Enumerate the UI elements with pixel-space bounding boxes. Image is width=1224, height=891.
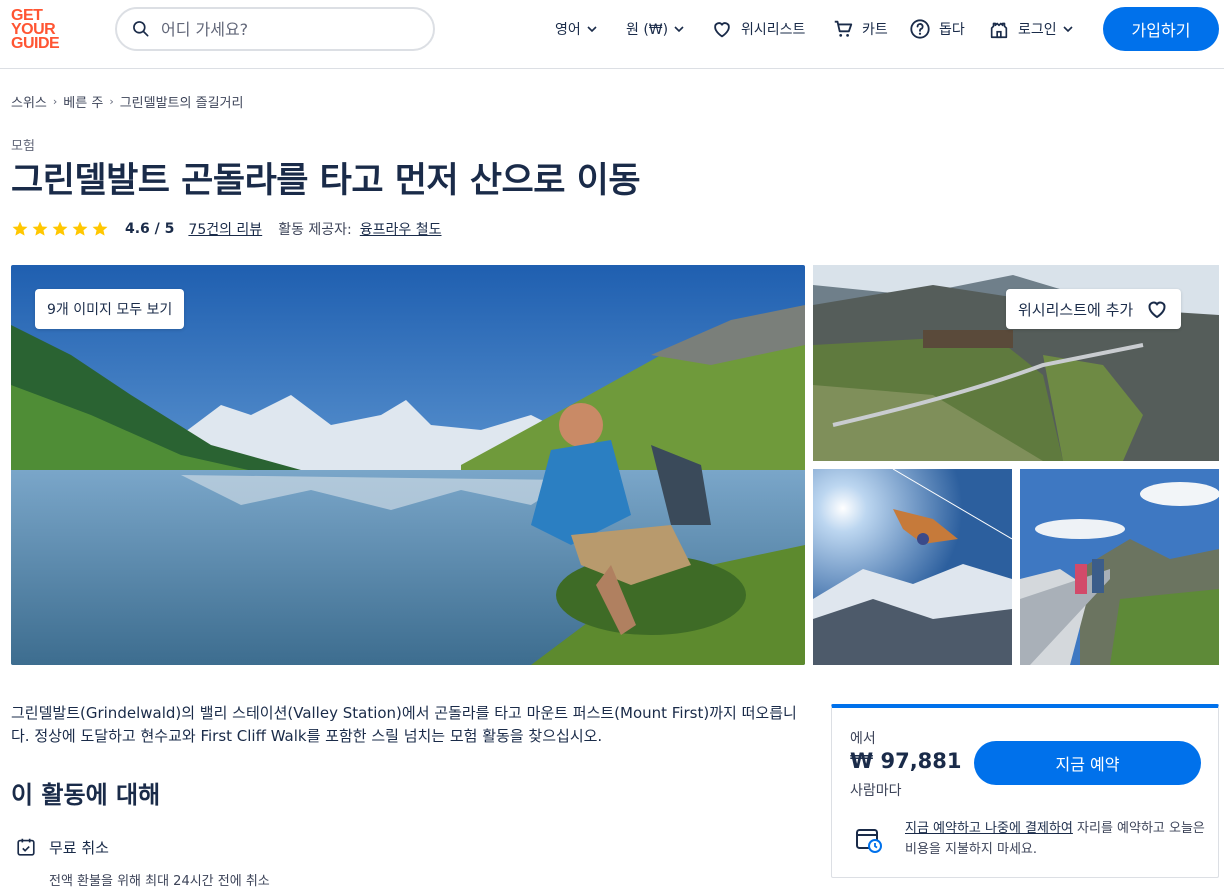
reserve-later-link[interactable]: 지금 예약하고 나중에 결제하여 <box>905 821 1073 836</box>
booking-card: 에서 ₩ 97,881 사람마다 지금 예약 지금 예약하고 나중에 결제하여 … <box>831 704 1219 878</box>
cart-icon <box>834 20 853 37</box>
help-icon <box>910 19 930 39</box>
heart-icon <box>1148 301 1166 319</box>
provider-link[interactable]: 융프라우 철도 <box>360 219 442 239</box>
star-icon <box>52 221 68 236</box>
rating-row: 4.6 / 5 75건의 리뷰 활동 제공자: 융프라우 철도 <box>11 219 442 239</box>
currency-selector[interactable]: 원 (₩) <box>626 17 685 41</box>
language-selector[interactable]: 영어 <box>555 17 598 41</box>
price-value: ₩ 97,881 <box>850 749 962 773</box>
wishlist-label: 위시리스트 <box>741 22 806 38</box>
star-rating <box>11 220 109 238</box>
breadcrumb-item-country[interactable]: 스위스 <box>11 92 47 111</box>
page-title: 그린델발트 곤돌라를 타고 먼저 산으로 이동 <box>11 161 641 201</box>
price-from-label: 에서 <box>850 731 876 747</box>
rating-value: 4.6 / 5 <box>125 221 175 237</box>
price-per-person: 사람마다 <box>850 783 902 799</box>
site-header: GET YOUR GUIDE 영어 원 (₩) 위시리스트 카트 돕다 로그인 … <box>0 0 1224 69</box>
search-bar[interactable] <box>115 7 435 51</box>
activity-description: 그린델발트(Grindelwald)의 밸리 스테이션(Valley Stati… <box>11 704 797 745</box>
chevron-down-icon <box>1063 26 1073 33</box>
calendar-check-icon <box>17 838 35 856</box>
feature-subtitle: 전액 환불을 위해 최대 24시간 전에 취소 <box>49 874 270 889</box>
language-label: 영어 <box>555 22 581 38</box>
login-label: 로그인 <box>1018 22 1057 38</box>
breadcrumb-item-region[interactable]: 베른 주 <box>63 92 103 111</box>
first-flyer-photo <box>813 469 1012 665</box>
reviews-link[interactable]: 75건의 리뷰 <box>188 219 262 239</box>
calendar-clock-icon <box>856 829 882 853</box>
logo-line-3: GUIDE <box>11 35 60 52</box>
add-to-wishlist-button[interactable]: 위시리스트에 추가 <box>1006 289 1182 329</box>
feature-title: 무료 취소 <box>49 838 109 857</box>
search-icon <box>133 21 149 37</box>
star-icon <box>72 221 88 236</box>
cart-nav[interactable]: 카트 <box>832 17 888 41</box>
cart-label: 카트 <box>862 22 888 38</box>
about-section-title: 이 활동에 대해 <box>11 781 161 809</box>
gallery-image-flyer[interactable] <box>813 469 1012 665</box>
reserve-later-text: 지금 예약하고 나중에 결제하여 자리를 예약하고 오늘은 비용을 지불하지 마… <box>905 818 1205 860</box>
book-now-button[interactable]: 지금 예약 <box>974 741 1201 785</box>
getyourguide-logo[interactable]: GET YOUR GUIDE <box>11 8 71 55</box>
feature-free-cancellation: 무료 취소 <box>15 836 109 858</box>
chevron-down-icon <box>674 26 684 33</box>
heart-icon <box>714 22 730 38</box>
add-to-wishlist-label: 위시리스트에 추가 <box>1018 300 1134 319</box>
provider-label: 활동 제공자: <box>278 222 352 238</box>
couple-cliffwalk-photo <box>1020 469 1219 665</box>
star-icon <box>92 221 108 236</box>
gallery-image-couple[interactable] <box>1020 469 1219 665</box>
user-castle-icon <box>990 22 1008 39</box>
star-icon <box>12 221 28 236</box>
search-input[interactable] <box>161 19 411 39</box>
chevron-down-icon <box>587 26 597 33</box>
signup-button[interactable]: 가입하기 <box>1103 7 1219 51</box>
star-icon <box>32 221 48 236</box>
breadcrumb-item-city[interactable]: 그린델발트의 즐길거리 <box>120 92 244 111</box>
wishlist-nav[interactable]: 위시리스트 <box>711 17 805 41</box>
currency-label: 원 (₩) <box>626 22 669 38</box>
help-nav[interactable]: 돕다 <box>909 17 965 41</box>
view-all-images-button[interactable]: 9개 이미지 모두 보기 <box>35 289 185 329</box>
breadcrumb-separator-icon: › <box>52 95 58 108</box>
breadcrumb: 스위스 › 베른 주 › 그린델발트의 즐길거리 <box>11 92 243 111</box>
help-label: 돕다 <box>939 22 965 38</box>
login-nav[interactable]: 로그인 <box>988 17 1074 41</box>
breadcrumb-separator-icon: › <box>109 95 114 108</box>
